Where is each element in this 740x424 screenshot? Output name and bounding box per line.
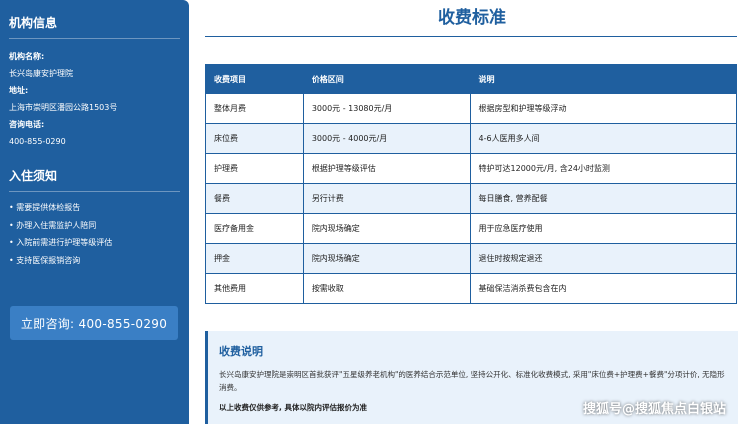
- page-title: 收费标准: [438, 8, 506, 28]
- admission-item: 入院前需进行护理等级评估: [9, 234, 180, 252]
- fee-table: 收费项目 价格区间 说明 整体月费 3000元 - 13080元/月 根据房型和…: [205, 64, 738, 304]
- address-label: 地址:: [9, 86, 29, 95]
- org-name-value: 长兴岛康安护理院: [9, 69, 73, 78]
- table-cell: 另行计费: [302, 183, 471, 214]
- sidebar: 机构信息 机构名称: 长兴岛康安护理院 地址: 上海市崇明区潘园公路1503号 …: [0, 0, 189, 424]
- org-info-heading: 机构信息: [9, 14, 180, 39]
- column-header: 价格区间: [302, 64, 471, 94]
- fee-note-text: 长兴岛康安护理院是崇明区首批获评"五星级养老机构"的医养结合示范单位, 坚持公开…: [219, 370, 725, 392]
- table-row: 医疗备用金 院内现场确定 用于应急医疗使用: [205, 213, 738, 244]
- consult-button[interactable]: 立即咨询: 400-855-0290: [10, 306, 178, 340]
- table-cell: 3000元 - 13080元/月: [302, 93, 471, 124]
- table-row: 餐费 另行计费 每日膳食, 营养配餐: [205, 183, 738, 214]
- column-header: 收费项目: [205, 64, 304, 94]
- admission-heading: 入住须知: [9, 167, 180, 192]
- phone-value: 400-855-0290: [9, 137, 66, 146]
- table-cell: 护理费: [205, 153, 304, 184]
- table-cell: 床位费: [205, 123, 304, 154]
- address-value: 上海市崇明区潘园公路1503号: [9, 103, 118, 112]
- table-row: 护理费 根据护理等级评估 特护可达12000元/月, 含24小时监测: [205, 153, 738, 184]
- fee-note-title: 收费说明: [219, 345, 263, 358]
- table-cell: 用于应急医疗使用: [469, 213, 738, 244]
- table-cell: 根据房型和护理等级浮动: [469, 93, 738, 124]
- table-row: 床位费 3000元 - 4000元/月 4-6人医用多人间: [205, 123, 738, 154]
- table-cell: 每日膳食, 营养配餐: [469, 183, 738, 214]
- admission-item: 需要提供体检报告: [9, 199, 180, 217]
- table-header-row: 收费项目 价格区间 说明: [205, 64, 738, 94]
- table-cell: 3000元 - 4000元/月: [302, 123, 471, 154]
- table-cell: 其他费用: [205, 273, 304, 304]
- phone-label: 咨询电话:: [9, 120, 45, 129]
- table-cell: 基础保洁消杀费包含在内: [469, 273, 738, 304]
- watermark: 搜狐号@搜狐焦点白银站: [582, 402, 726, 417]
- table-cell: 按需收取: [302, 273, 471, 304]
- table-cell: 押金: [205, 243, 304, 274]
- table-cell: 根据护理等级评估: [302, 153, 471, 184]
- column-header: 说明: [469, 64, 738, 94]
- table-row: 押金 院内现场确定 退住时按规定退还: [205, 243, 738, 274]
- table-cell: 院内现场确定: [302, 243, 471, 274]
- table-cell: 退住时按规定退还: [469, 243, 738, 274]
- table-cell: 医疗备用金: [205, 213, 304, 244]
- table-cell: 院内现场确定: [302, 213, 471, 244]
- table-row: 整体月费 3000元 - 13080元/月 根据房型和护理等级浮动: [205, 93, 738, 124]
- admission-item: 办理入住需监护人陪同: [9, 217, 180, 235]
- table-row: 其他费用 按需收取 基础保洁消杀费包含在内: [205, 273, 738, 304]
- table-cell: 整体月费: [205, 93, 304, 124]
- table-cell: 餐费: [205, 183, 304, 214]
- admission-list: 需要提供体检报告 办理入住需监护人陪同 入院前需进行护理等级评估 支持医保报销咨…: [9, 199, 180, 269]
- title-divider: [205, 36, 737, 37]
- table-cell: 特护可达12000元/月, 含24小时监测: [469, 153, 738, 184]
- admission-item: 支持医保报销咨询: [9, 252, 180, 270]
- table-cell: 4-6人医用多人间: [469, 123, 738, 154]
- org-info: 机构名称: 长兴岛康安护理院 地址: 上海市崇明区潘园公路1503号 咨询电话:…: [9, 48, 180, 150]
- org-name-label: 机构名称:: [9, 52, 45, 61]
